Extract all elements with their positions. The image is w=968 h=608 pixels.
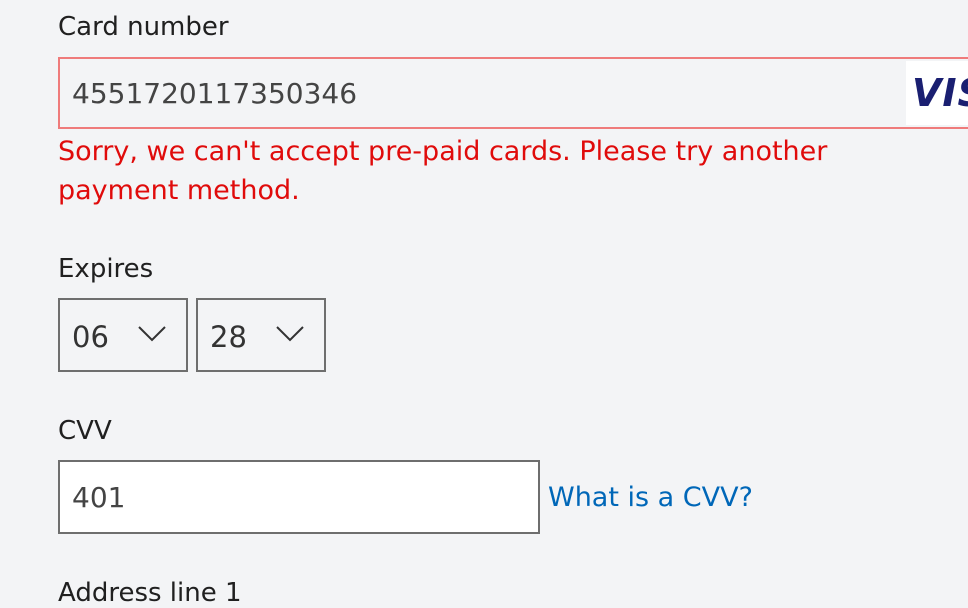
expiry-month-value: 06 [72, 320, 109, 354]
expiry-month-select[interactable]: 06 [58, 298, 188, 372]
cvv-field[interactable] [58, 460, 540, 534]
cvv-label: CVV [58, 416, 112, 446]
card-number-label: Card number [58, 12, 229, 42]
what-is-cvv-link[interactable]: What is a CVV? [548, 482, 753, 513]
expiry-year-select[interactable]: 28 [196, 298, 326, 372]
card-error-message: Sorry, we can't accept pre-paid cards. P… [58, 136, 828, 206]
card-number-field[interactable] [58, 57, 968, 129]
chevron-down-icon [138, 326, 166, 342]
card-brand-text: VISA [912, 71, 968, 115]
chevron-down-icon [276, 326, 304, 342]
cvv-input[interactable] [60, 462, 538, 532]
expires-label: Expires [58, 254, 154, 284]
expiry-year-value: 28 [210, 320, 247, 354]
visa-card-icon: VISA [906, 61, 968, 125]
address-line-1-label: Address line 1 [58, 578, 242, 608]
card-number-input[interactable] [60, 59, 900, 127]
